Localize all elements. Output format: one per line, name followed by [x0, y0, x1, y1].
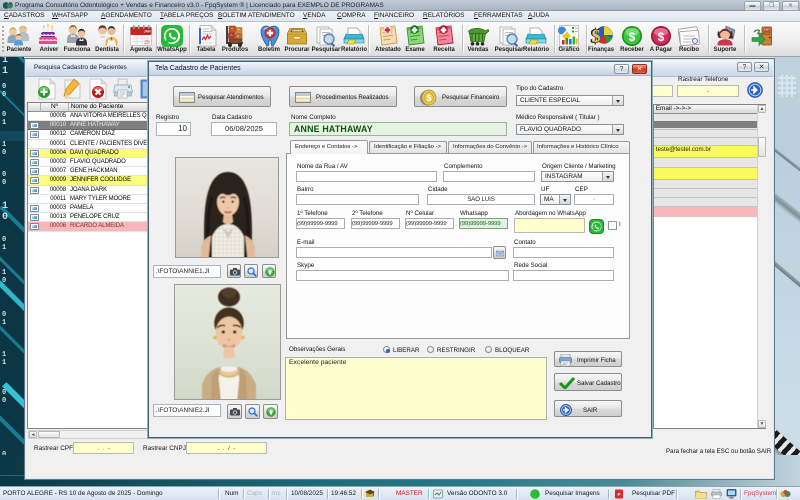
svg-text:JAN: JAN: [144, 30, 151, 34]
svg-text:P: P: [617, 492, 620, 497]
svg-text:EXIT: EXIT: [764, 28, 770, 32]
svg-text:$: $: [426, 93, 431, 103]
svg-text:$: $: [629, 30, 636, 44]
svg-text:29: 29: [144, 40, 150, 46]
svg-text:$: $: [592, 26, 601, 46]
svg-text:$: $: [658, 30, 665, 44]
